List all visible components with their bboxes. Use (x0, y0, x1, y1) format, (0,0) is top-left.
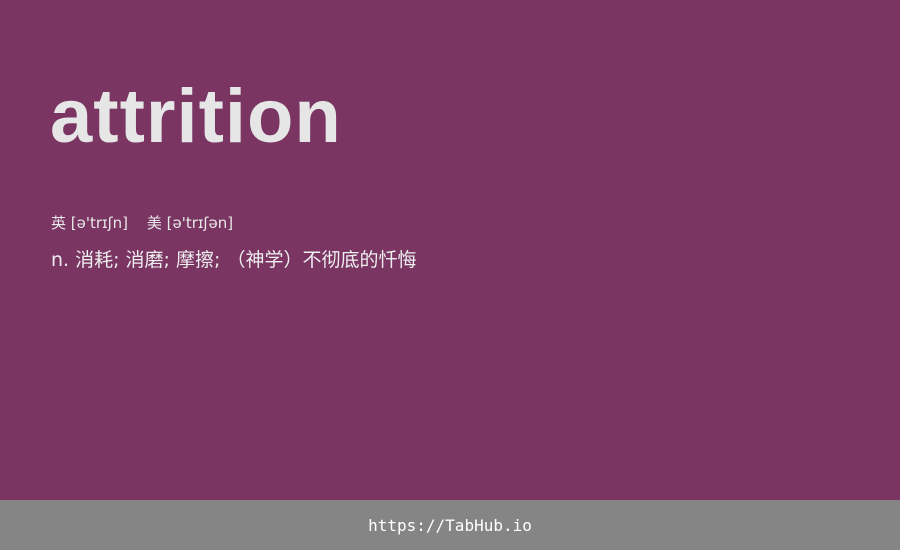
footer-bar: https://TabHub.io (0, 500, 900, 550)
word-card: attrition 英 [ə'trɪʃn] 美 [ə'trɪʃən] n. 消耗… (0, 0, 900, 500)
phonetics: 英 [ə'trɪʃn] 美 [ə'trɪʃən] (51, 212, 233, 234)
headword: attrition (50, 74, 342, 159)
uk-ipa: [ə'trɪʃn] (70, 214, 129, 232)
us-label: 美 (146, 214, 162, 232)
definition: n. 消耗; 消磨; 摩擦; （神学）不彻底的忏悔 (51, 249, 417, 271)
tabhub-link[interactable]: https://TabHub.io (368, 516, 532, 535)
us-ipa: [ə'trɪʃən] (166, 214, 234, 232)
uk-label: 英 (51, 214, 67, 232)
